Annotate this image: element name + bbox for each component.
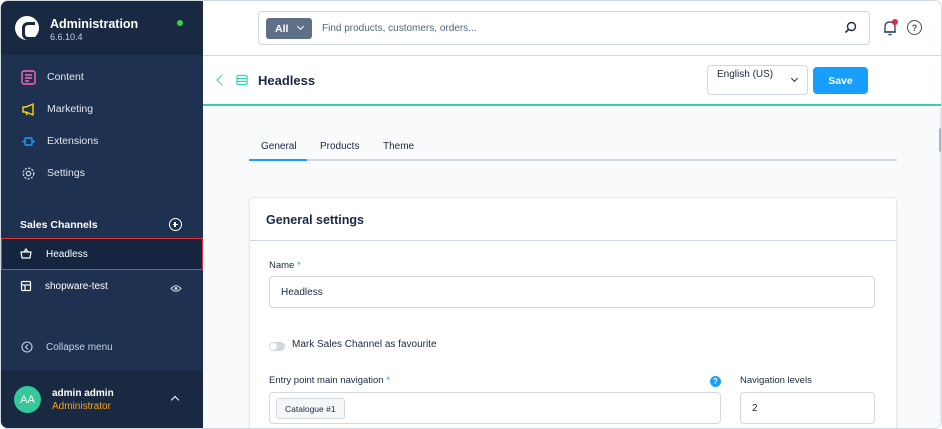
tab-theme[interactable]: Theme: [383, 141, 414, 152]
user-name: admin admin: [52, 388, 114, 399]
navigation-levels-input[interactable]: [740, 392, 875, 424]
chevron-up-icon: [170, 395, 180, 405]
eye-icon[interactable]: [170, 282, 182, 296]
global-search: All: [258, 11, 870, 45]
tabs: General Products Theme: [249, 136, 897, 161]
active-tab-indicator: [249, 159, 307, 161]
card-title: General settings: [266, 213, 364, 227]
card-header: General settings: [250, 198, 896, 241]
sales-channel-shopware-test[interactable]: shopware-test: [1, 271, 203, 303]
status-indicator: [177, 20, 183, 26]
help-icon[interactable]: ?: [907, 20, 922, 35]
language-label: English (US): [717, 69, 774, 80]
basket-icon: [20, 247, 32, 263]
content-area: General Products Theme General settings …: [203, 108, 939, 428]
user-menu[interactable]: AA admin admin Administrator: [1, 370, 203, 428]
search-icon[interactable]: [844, 21, 857, 34]
favourite-toggle[interactable]: [269, 342, 285, 351]
search-input[interactable]: [322, 20, 822, 36]
nav-item-settings[interactable]: Settings: [1, 158, 203, 188]
plug-icon: [20, 133, 36, 149]
channel-label: shopware-test: [45, 281, 108, 292]
user-role: Administrator: [52, 401, 111, 412]
navigation-levels-label: Navigation levels: [740, 375, 812, 386]
top-bar: All ?: [203, 1, 941, 56]
chevron-down-icon: [790, 74, 799, 83]
smart-bar: Headless English (US) Save: [203, 56, 941, 106]
save-button[interactable]: Save: [813, 67, 868, 94]
admin-window: Administration 6.6.10.4 Content Marketin…: [0, 0, 942, 429]
entry-point-label-text: Entry point main navigation: [269, 375, 384, 386]
add-sales-channel-icon[interactable]: [169, 218, 182, 231]
nav-label: Marketing: [47, 103, 94, 115]
nav-item-marketing[interactable]: Marketing: [1, 94, 203, 124]
collapse-menu-button[interactable]: Collapse menu: [1, 335, 203, 361]
notification-badge: [892, 19, 898, 25]
favourite-label: Mark Sales Channel as favourite: [292, 339, 437, 350]
sales-channel-module-icon: [236, 74, 248, 86]
nav-label: Extensions: [47, 135, 99, 147]
tab-general[interactable]: General: [261, 141, 297, 152]
nav-label: Content: [47, 71, 84, 83]
sales-channel-headless[interactable]: Headless: [1, 238, 203, 270]
nav-item-content[interactable]: Content: [1, 62, 203, 92]
name-field-label: Name *: [269, 260, 301, 271]
search-type-dropdown[interactable]: All: [266, 18, 312, 39]
shopware-logo-icon[interactable]: [15, 16, 39, 40]
required-mark: *: [296, 260, 301, 271]
app-title: Administration: [50, 17, 139, 31]
sales-channels-heading: Sales Channels: [20, 219, 98, 231]
avatar: AA: [14, 386, 41, 413]
name-input[interactable]: [269, 276, 875, 308]
page-title: Headless: [258, 73, 316, 88]
megaphone-icon: [20, 101, 36, 117]
nav-label: Settings: [47, 167, 85, 179]
channel-label: Headless: [46, 249, 88, 260]
help-icon[interactable]: ?: [710, 376, 721, 387]
brand-header: Administration 6.6.10.4: [1, 1, 203, 55]
name-label-text: Name: [269, 260, 295, 271]
search-type-label: All: [275, 22, 289, 35]
tab-products[interactable]: Products: [320, 141, 359, 152]
app-version: 6.6.10.4: [50, 32, 83, 42]
content-icon: [20, 69, 36, 85]
storefront-icon: [20, 280, 32, 295]
entry-point-chip[interactable]: Catalogue #1: [276, 398, 345, 419]
sidebar: Administration 6.6.10.4 Content Marketin…: [1, 1, 203, 428]
nav-item-extensions[interactable]: Extensions: [1, 126, 203, 156]
collapse-icon: [21, 341, 33, 356]
general-settings-card: General settings Name * Mark Sales Chann…: [249, 197, 897, 428]
back-icon[interactable]: [216, 74, 228, 86]
language-switch[interactable]: English (US): [707, 65, 808, 95]
chevron-down-icon: [296, 22, 305, 31]
collapse-label: Collapse menu: [46, 342, 113, 353]
required-mark: *: [386, 375, 390, 386]
entry-point-field-label: Entry point main navigation *: [269, 375, 390, 386]
entry-point-select[interactable]: Catalogue #1: [269, 392, 721, 424]
gear-icon: [20, 165, 36, 181]
